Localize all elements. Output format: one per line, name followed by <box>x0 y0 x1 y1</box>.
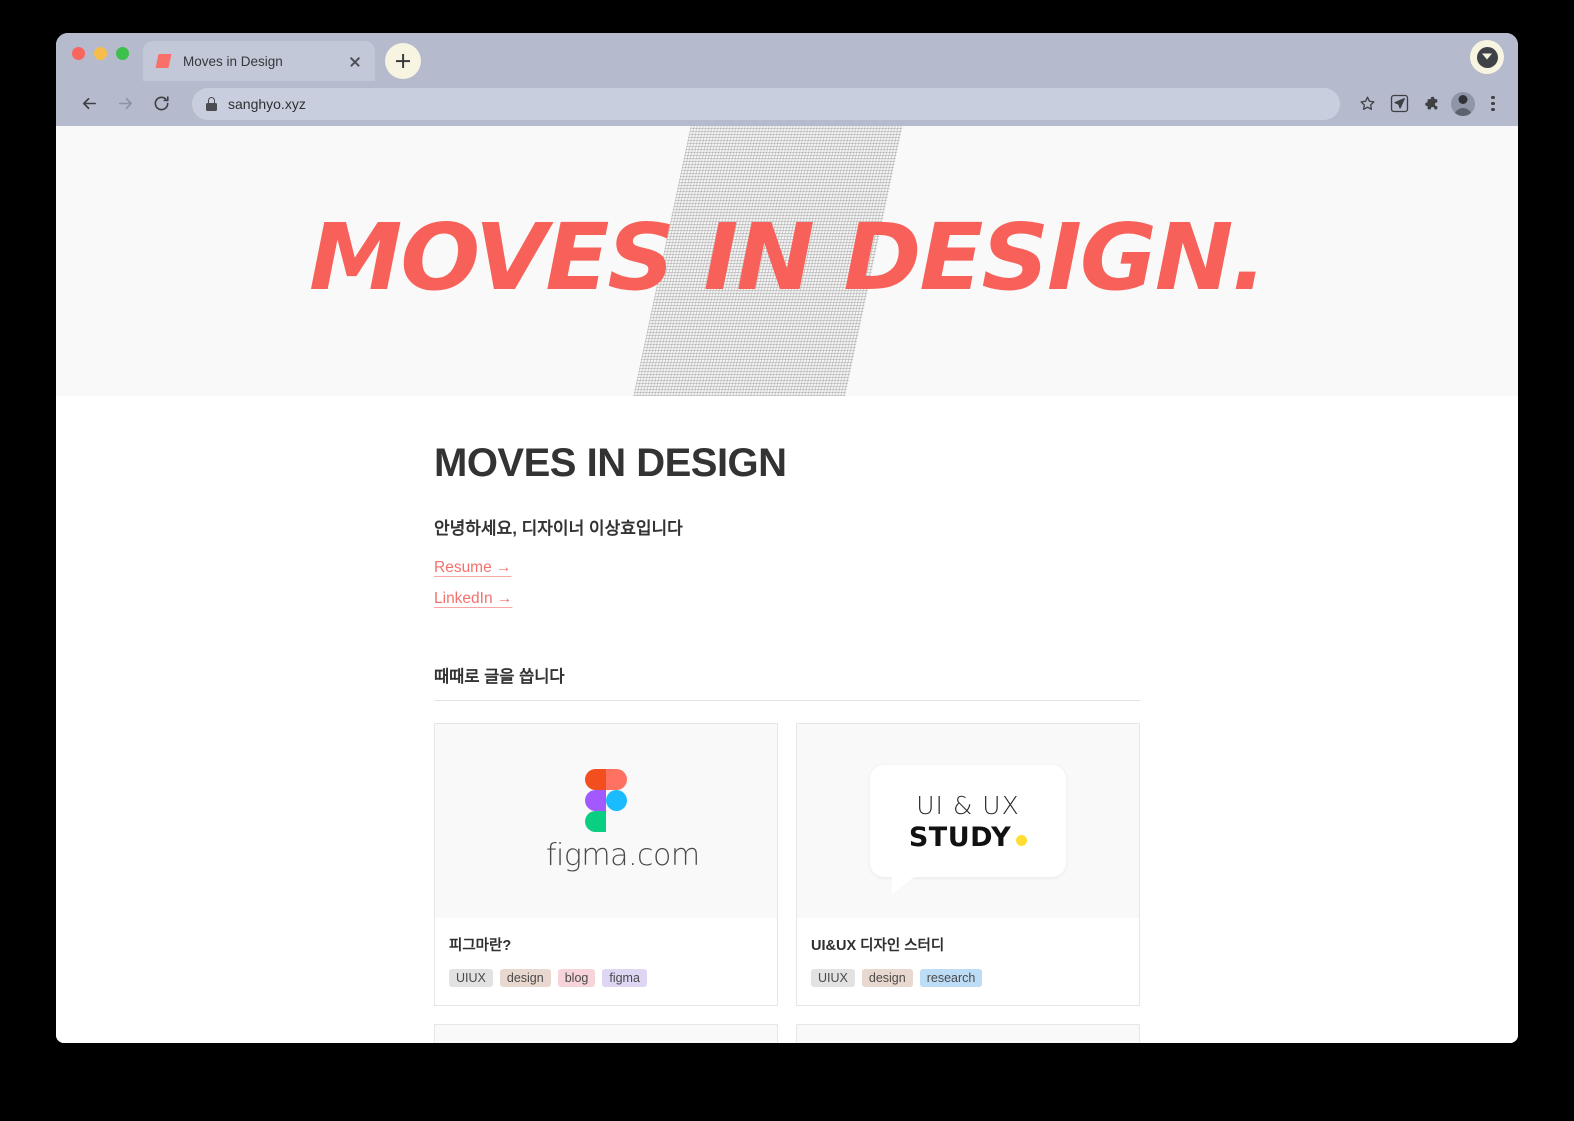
hero-banner: MOVES IN DESIGN. <box>56 126 1518 396</box>
tag-uiux[interactable]: UIUX <box>449 969 493 987</box>
tab-strip: Moves in Design <box>56 33 1518 81</box>
tag-design[interactable]: design <box>499 969 551 987</box>
post-card[interactable] <box>434 1024 778 1043</box>
post-card[interactable]: figma.com 피그마란? UIUX design blog figma <box>434 723 778 1006</box>
lock-icon <box>206 96 217 111</box>
bubble-line-one: UI & UX <box>916 791 1020 820</box>
ui-ux-study-bubble-thumbnail: UI & UX STUDY <box>797 724 1139 918</box>
tag-design[interactable]: design <box>861 969 913 987</box>
figma-logo-thumbnail: figma.com <box>435 724 777 918</box>
greeting-text: 안녕하세요, 디자이너 이상효입니다 <box>434 519 683 538</box>
section-heading: 때때로 글을 씁니다 <box>434 663 1140 701</box>
puzzle-icon[interactable] <box>1416 89 1446 119</box>
browser-tab[interactable]: Moves in Design <box>143 41 375 81</box>
bubble-line-two: STUDY <box>908 822 1012 853</box>
resume-link-row: Resume → <box>434 559 1140 577</box>
post-card-grid-partial <box>434 1024 1140 1043</box>
post-card[interactable] <box>796 1024 1140 1043</box>
post-card[interactable]: UI & UX STUDY UI&UX 디자인 스터디 UIUX design <box>796 723 1140 1006</box>
minimize-window-button[interactable] <box>94 46 107 60</box>
linkedin-link-row: LinkedIn → <box>434 590 1140 608</box>
figma-logo-icon <box>585 769 627 832</box>
pen-tool-thumbnail <box>797 1025 1139 1043</box>
post-card-title: UI&UX 디자인 스터디 <box>811 938 945 954</box>
window-traffic-lights <box>72 33 143 81</box>
site-favicon <box>155 53 172 69</box>
tag-figma[interactable]: figma <box>602 969 647 987</box>
post-card-body: 피그마란? UIUX design blog figma <box>435 918 777 1005</box>
hero-title: MOVES IN DESIGN. <box>309 204 1267 311</box>
tab-title: Moves in Design <box>183 53 283 69</box>
figma-wordmark: figma.com <box>546 838 700 873</box>
chevron-down-icon <box>1476 46 1498 68</box>
star-icon[interactable] <box>1352 89 1382 119</box>
main-content: MOVES IN DESIGN 안녕하세요, 디자이너 이상효입니다 Resum… <box>434 396 1140 1043</box>
kebab-menu-icon[interactable] <box>1480 89 1506 119</box>
yellow-dot-icon <box>1016 835 1028 846</box>
tag-list: UIUX design blog figma <box>449 969 763 987</box>
post-card-title: 피그마란? <box>449 938 512 954</box>
send-icon[interactable] <box>1384 89 1414 119</box>
close-icon[interactable] <box>345 51 365 71</box>
post-card-body: UI&UX 디자인 스터디 UIUX design research <box>797 918 1139 1005</box>
forward-button[interactable] <box>108 87 142 121</box>
speech-bubble-icon: UI & UX STUDY <box>870 765 1066 894</box>
maximize-window-button[interactable] <box>116 46 129 60</box>
back-button[interactable] <box>72 87 106 121</box>
profile-chip[interactable] <box>1470 40 1504 74</box>
linkedin-link[interactable]: LinkedIn → <box>434 590 512 607</box>
browser-window: Moves in Design sanghyo.xyz MOVES IN DES… <box>56 33 1518 1043</box>
new-tab-button[interactable] <box>385 43 421 79</box>
resume-link[interactable]: Resume → <box>434 559 512 576</box>
page-title: MOVES IN DESIGN <box>434 441 787 485</box>
page-viewport: MOVES IN DESIGN. MOVES IN DESIGN 안녕하세요, … <box>56 126 1518 1043</box>
address-bar[interactable]: sanghyo.xyz <box>192 87 1340 120</box>
browser-toolbar: sanghyo.xyz <box>56 81 1518 126</box>
blue-shapes-thumbnail <box>435 1025 777 1043</box>
tag-list: UIUX design research <box>811 969 1125 987</box>
tag-uiux[interactable]: UIUX <box>811 969 855 987</box>
url-text: sanghyo.xyz <box>228 95 306 112</box>
post-card-grid: figma.com 피그마란? UIUX design blog figma U… <box>434 723 1140 1006</box>
close-window-button[interactable] <box>72 46 85 60</box>
profile-avatar[interactable] <box>1451 91 1475 116</box>
reload-button[interactable] <box>144 87 178 121</box>
tag-blog[interactable]: blog <box>557 969 596 987</box>
tag-research[interactable]: research <box>919 969 983 987</box>
